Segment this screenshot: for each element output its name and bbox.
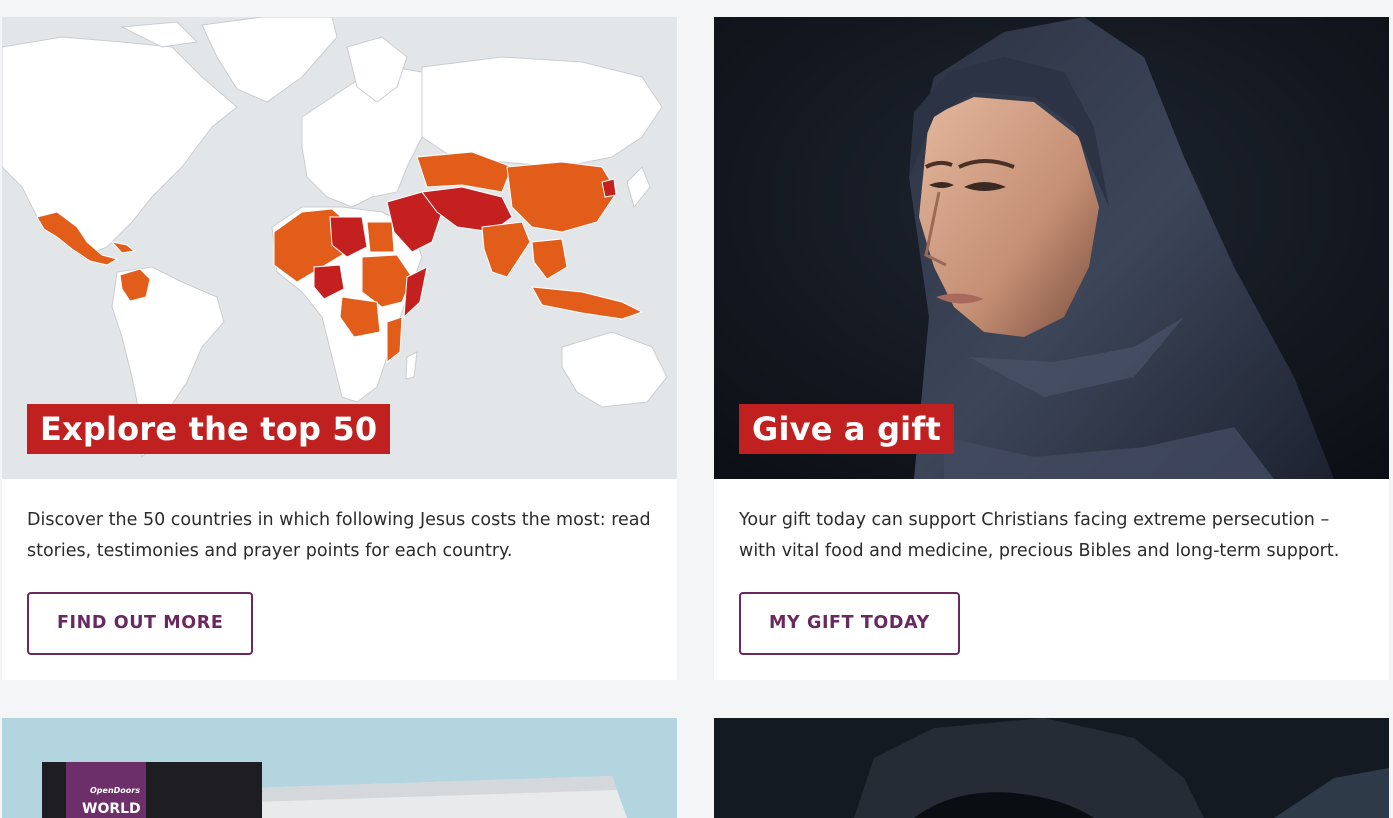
booklet-title: WORLD	[82, 801, 141, 817]
card-description: Discover the 50 countries in which follo…	[27, 510, 651, 561]
card-description: Your gift today can support Christians f…	[739, 510, 1340, 561]
booklet-card-image[interactable]: OpenDoors WORLD	[2, 718, 677, 818]
dark-photo-card-image[interactable]	[714, 718, 1389, 818]
card-explore-top-50: Explore the top 50 Discover the 50 count…	[2, 17, 677, 680]
booklet-brand: OpenDoors	[90, 786, 140, 795]
card-title: Give a gift	[739, 404, 954, 454]
my-gift-today-button[interactable]: MY GIFT TODAY	[739, 592, 960, 655]
dark-photo-graphic	[714, 718, 1389, 818]
card-title: Explore the top 50	[27, 404, 391, 454]
card-give-a-gift: Give a gift Your gift today can support …	[714, 17, 1389, 680]
find-out-more-button[interactable]: FIND OUT MORE	[27, 592, 254, 655]
